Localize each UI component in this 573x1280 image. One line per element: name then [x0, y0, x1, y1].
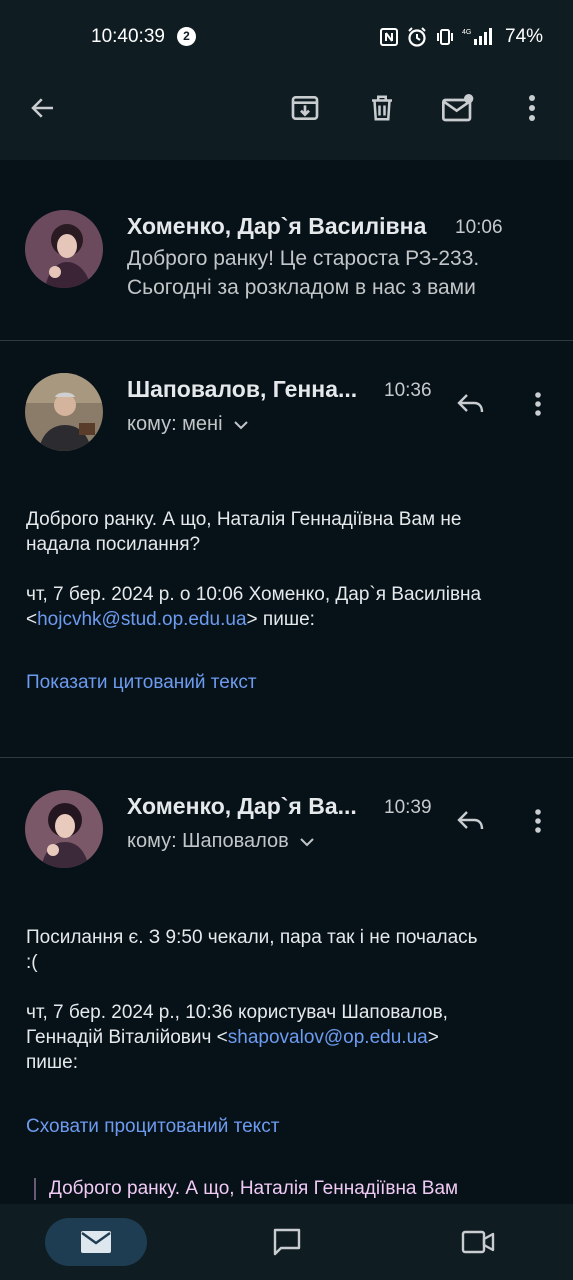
quote-header-prefix: Геннадій Віталійович <: [26, 1027, 228, 1048]
quote-header-suffix: >: [427, 1027, 439, 1048]
notification-count-badge: 2: [177, 27, 196, 46]
quote-header-bracket: <: [26, 609, 38, 630]
reply-button[interactable]: [447, 797, 495, 845]
more-vert-icon: [535, 809, 541, 833]
quote-header-line: пише:: [26, 1052, 78, 1073]
avatar: [25, 210, 103, 288]
quote-header-suffix: > пише:: [246, 609, 315, 630]
sender-name: Хоменко, Дар`я Ва...: [127, 793, 357, 819]
recipient-details-toggle[interactable]: кому: Шаповалов: [127, 830, 315, 853]
message-toolbar: [0, 72, 573, 160]
body-line: Доброго ранку. А що, Наталія Геннадіївна…: [26, 509, 462, 530]
message-body: Доброго ранку. А що, Наталія Геннадіївна…: [26, 507, 556, 557]
chevron-down-icon: [233, 420, 248, 429]
back-button[interactable]: [19, 84, 67, 132]
nfc-icon: [380, 28, 398, 46]
message-collapsed[interactable]: Хоменко, Дар`я Василівна 10:06 Доброго р…: [0, 160, 573, 340]
archive-button[interactable]: [281, 84, 329, 132]
mark-unread-button[interactable]: [434, 84, 482, 132]
message-expanded: Шаповалов, Генна... 10:36 кому: мені Доб…: [0, 341, 573, 757]
quote-header-line: чт, 7 бер. 2024 р. о 10:06 Хоменко, Дар`…: [26, 584, 482, 605]
quote-header: чт, 7 бер. 2024 р. о 10:06 Хоменко, Дар`…: [26, 582, 556, 632]
message-time: 10:06: [455, 217, 503, 238]
recipient-label: кому: Шаповалов: [127, 830, 289, 852]
quote-header-line: чт, 7 бер. 2024 р., 10:36 користувач Шап…: [26, 1002, 448, 1023]
bottom-navigation: [0, 1204, 573, 1280]
body-line: :(: [26, 952, 38, 973]
mail-unread-icon: [442, 94, 474, 122]
body-line: надала посилання?: [26, 534, 201, 555]
message-time: 10:36: [384, 380, 432, 401]
avatar: [25, 373, 103, 451]
snippet-line: Сьогодні за розкладом в нас з вами: [127, 276, 476, 299]
more-vert-icon: [529, 95, 535, 121]
battery-percentage: 74%: [505, 26, 544, 47]
snippet-line: Доброго ранку! Це староста РЗ-233.: [127, 247, 480, 270]
status-bar: 10:40:39 2 4G 74%: [0, 0, 573, 72]
sender-name: Хоменко, Дар`я Василівна: [127, 213, 427, 239]
chevron-down-icon: [300, 837, 314, 846]
sender-email-link[interactable]: shapovalov@op.edu.ua: [228, 1027, 428, 1048]
status-time: 10:40:39: [91, 26, 165, 47]
recipient-details-toggle[interactable]: кому: мені: [127, 413, 249, 436]
archive-icon: [291, 96, 319, 120]
nav-mail-tab[interactable]: [45, 1218, 147, 1266]
message-body: Посилання є. З 9:50 чекали, пара так і н…: [26, 925, 556, 975]
message-expanded: Хоменко, Дар`я Ва... 10:39 кому: Шаповал…: [0, 758, 573, 1204]
reply-icon: [457, 811, 484, 830]
chat-icon: [273, 1228, 301, 1256]
message-snippet: Доброго ранку! Це староста РЗ-233. Сього…: [127, 244, 547, 302]
back-arrow-icon: [31, 98, 53, 118]
message-more-button[interactable]: [514, 797, 562, 845]
body-line: Посилання є. З 9:50 чекали, пара так і н…: [26, 927, 478, 948]
avatar: [25, 790, 103, 868]
signal-4g-icon: 4G: [462, 28, 492, 45]
mail-icon: [81, 1231, 111, 1253]
quoted-text: Доброго ранку. А що, Наталія Геннадіївна…: [34, 1178, 458, 1200]
sender-email-link[interactable]: hojcvhk@stud.op.edu.ua: [37, 609, 246, 630]
nav-chat-tab[interactable]: [263, 1218, 311, 1266]
delete-button[interactable]: [358, 84, 406, 132]
more-vert-icon: [535, 392, 541, 416]
show-quoted-text-link[interactable]: Показати цитований текст: [26, 672, 257, 694]
message-more-button[interactable]: [514, 380, 562, 428]
trash-icon: [372, 95, 392, 121]
message-time: 10:39: [384, 797, 432, 818]
reply-button[interactable]: [447, 380, 495, 428]
alarm-icon: [408, 27, 426, 47]
sender-name: Шаповалов, Генна...: [127, 376, 358, 402]
vibrate-icon: [437, 29, 453, 45]
nav-meet-tab[interactable]: [454, 1218, 502, 1266]
svg-text:4G: 4G: [462, 29, 471, 36]
video-camera-icon: [461, 1230, 495, 1254]
more-options-button[interactable]: [508, 84, 556, 132]
reply-icon: [457, 394, 484, 413]
status-icons: 4G 74%: [379, 24, 543, 50]
recipient-label: кому: мені: [127, 413, 223, 435]
hide-quoted-text-link[interactable]: Сховати процитований текст: [26, 1116, 279, 1138]
quote-header: чт, 7 бер. 2024 р., 10:36 користувач Шап…: [26, 1000, 556, 1075]
quote-header-line: Геннадій Віталійович <shapovalov@op.edu.…: [26, 1025, 556, 1050]
quote-header-line: <hojcvhk@stud.op.edu.ua> пише:: [26, 607, 556, 632]
